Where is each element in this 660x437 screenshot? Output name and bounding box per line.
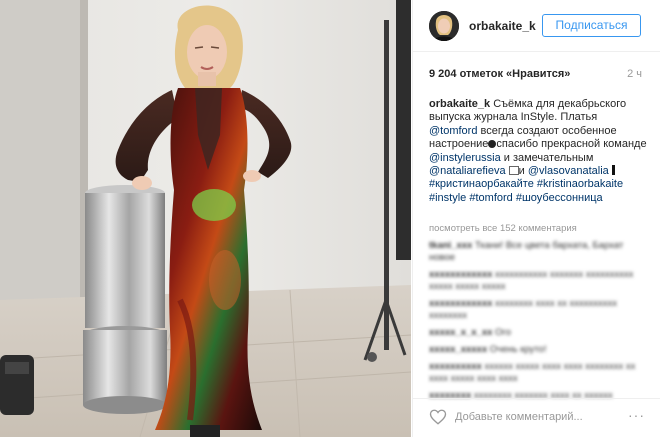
follow-button[interactable]: Подписаться <box>542 14 641 37</box>
comment-bar: ··· <box>413 398 660 437</box>
comment-username[interactable]: tkani_xxx <box>429 240 472 251</box>
more-options-icon[interactable]: ··· <box>628 407 645 423</box>
comment-username[interactable]: xxxxxxxxxx <box>429 361 482 372</box>
mention-nataliarefieva[interactable]: @nataliarefieva <box>429 165 506 177</box>
post-caption: orbakaite_k Съёмка для декабрьского выпу… <box>429 98 647 205</box>
comment-item: xxxxx_xxxxx Очень круто! <box>429 344 649 356</box>
caption-text: и замечательным <box>500 151 594 164</box>
hashtag-link[interactable]: #кристинаорбакайте <box>429 178 534 190</box>
likes-count[interactable]: 9 204 отметок «Нравится» <box>429 68 570 80</box>
hashtag-link[interactable]: #tomford <box>469 192 512 204</box>
comment-item: xxxxx_x_x_xx Ого <box>429 327 649 339</box>
hashtag-link[interactable]: #kristinaorbakaite <box>537 178 623 190</box>
comment-username[interactable]: xxxxxxxxxxxx <box>429 298 492 309</box>
post-header: orbakaite_k Подписаться <box>413 0 660 52</box>
caption-text: спасибо прекрасной команде <box>496 138 647 151</box>
post-photo[interactable] <box>0 0 411 437</box>
comment-item: xxxxxxxxxxxx xxxxxxxxxxx xxxxxxx xxxxxxx… <box>429 269 649 293</box>
post-sidebar: orbakaite_k Подписаться 9 204 отметок «Н… <box>412 0 660 437</box>
hashtag-link[interactable]: #instyle <box>429 192 466 204</box>
caption-username[interactable]: orbakaite_k <box>429 98 490 110</box>
comment-item: xxxxxxxxxx xxxxxx xxxxx xxxx xxxx xxxxxx… <box>429 361 649 385</box>
comment-item: xxxxxxxx xxxxxxxx xxxxxxx xxxx xx xxxxxx <box>429 390 649 398</box>
comment-text: xxxxxxxx xxxxxxx xxxx xx xxxxxx <box>473 390 613 398</box>
emoji-bar-icon <box>611 165 615 176</box>
hashtag-link[interactable]: #шоубессонница <box>516 192 603 204</box>
comment-item: tkani_xxx Ткани! Все цвета бархата, Барх… <box>429 240 649 264</box>
load-more-comments[interactable]: посмотреть все 152 комментария <box>429 223 577 234</box>
emoji-placeholder-icon <box>508 166 519 176</box>
comment-username[interactable]: xxxxx_xxxxx <box>429 344 487 355</box>
caption-text: и <box>518 165 528 178</box>
add-comment-input[interactable] <box>455 409 615 425</box>
post-image <box>0 0 411 437</box>
mention-instylerussia[interactable]: @instylerussia <box>429 152 501 164</box>
mention-vlasovanatalia[interactable]: @vlasovanatalia <box>528 165 609 177</box>
comment-username[interactable]: xxxxxxxxxxxx <box>429 269 492 280</box>
post-time[interactable]: 2 ч <box>627 68 642 80</box>
comment-username[interactable]: xxxxx_x_x_xx <box>429 327 492 338</box>
comment-item: xxxxxxxxxxxx xxxxxxxx xxxx xx xxxxxxxxxx… <box>429 298 649 322</box>
comment-username[interactable]: xxxxxxxx <box>429 390 471 398</box>
username-link[interactable]: orbakaite_k <box>469 19 536 33</box>
heart-icon[interactable] <box>429 408 447 426</box>
mention-tomford[interactable]: @tomford <box>429 125 477 137</box>
avatar[interactable] <box>429 11 459 41</box>
avatar-image <box>429 11 459 41</box>
comment-text: Ого <box>495 327 511 338</box>
comment-text: Очень круто! <box>489 344 547 355</box>
comments-list: tkani_xxx Ткани! Все цвета бархата, Барх… <box>429 240 649 398</box>
